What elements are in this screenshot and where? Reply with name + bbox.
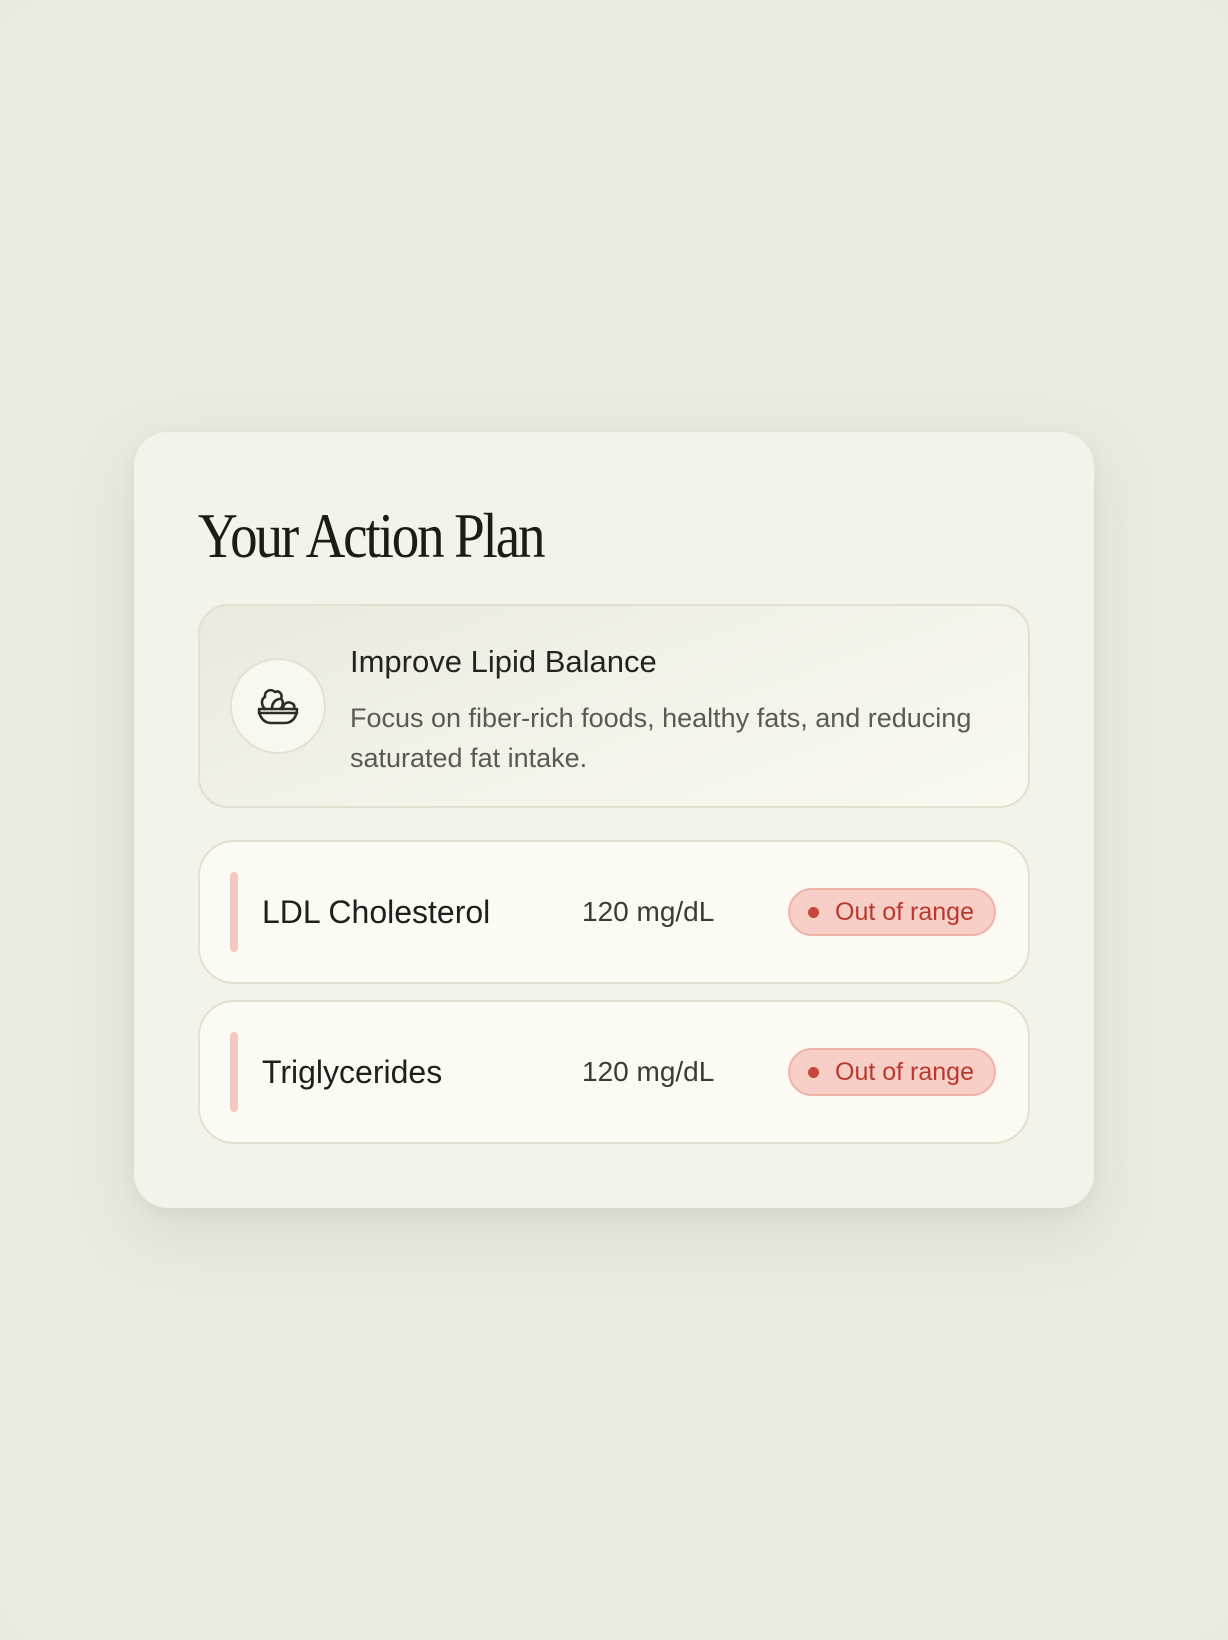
metric-row-triglycerides[interactable]: Triglycerides 120 mg/dL Out of range [198,1000,1030,1144]
action-plan-card: Your Action Plan Improve Lipid Balance F… [134,432,1094,1208]
food-bowl-icon [230,658,326,754]
page-background: Your Action Plan Improve Lipid Balance F… [0,0,1228,1640]
status-dot-icon [808,906,819,918]
metric-value: 120 mg/dL [582,896,715,927]
status-badge-label: Out of range [835,898,974,926]
card-title: Your Action Plan [198,500,545,571]
status-badge: Out of range [788,888,996,936]
status-dot-icon [808,1066,819,1078]
metric-value: 120 mg/dL [582,1056,715,1087]
status-accent-bar [230,872,238,952]
status-badge: Out of range [788,1048,996,1096]
status-badge-label: Out of range [835,1058,974,1086]
plan-description: Focus on fiber-rich foods, healthy fats,… [350,703,972,773]
metric-name: Triglycerides [262,1054,443,1090]
status-accent-bar [230,1032,238,1112]
metric-name: LDL Cholesterol [262,894,491,930]
plan-recommendation[interactable]: Improve Lipid Balance Focus on fiber-ric… [198,604,1030,808]
metric-row-ldl-cholesterol[interactable]: LDL Cholesterol 120 mg/dL Out of range [198,840,1030,984]
plan-title: Improve Lipid Balance [350,644,657,679]
